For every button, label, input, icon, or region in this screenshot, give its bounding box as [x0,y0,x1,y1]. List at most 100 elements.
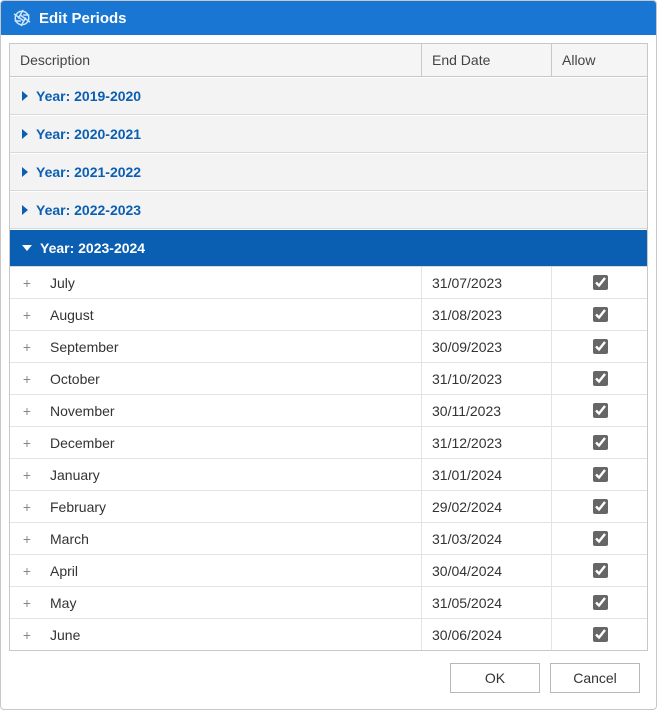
aperture-icon [13,9,31,27]
year-group-row[interactable]: Year: 2023-2024 [10,229,647,267]
allow-checkbox[interactable] [593,403,608,418]
period-description-cell: + September [10,331,422,362]
period-month-label: October [46,371,100,387]
expand-plus-icon[interactable]: + [20,275,34,291]
period-end-date-cell: 31/01/2024 [422,459,552,490]
period-month-label: August [46,307,94,323]
period-row[interactable]: + July 31/07/2023 [10,267,647,299]
period-description-cell: + February [10,491,422,522]
expand-plus-icon[interactable]: + [20,339,34,355]
period-row[interactable]: + September 30/09/2023 [10,331,647,363]
period-allow-cell [552,363,647,394]
expand-plus-icon[interactable]: + [20,627,34,643]
allow-checkbox[interactable] [593,563,608,578]
period-month-label: July [46,275,75,291]
dialog-footer: OK Cancel [9,651,648,701]
period-end-date-cell: 30/09/2023 [422,331,552,362]
period-end-date-cell: 30/04/2024 [422,555,552,586]
period-description-cell: + August [10,299,422,330]
period-end-date-cell: 31/07/2023 [422,267,552,298]
period-row[interactable]: +April30/04/2024 [10,555,647,587]
period-allow-cell [552,587,647,618]
chevron-right-icon [22,91,28,101]
chevron-right-icon [22,129,28,139]
dialog-title: Edit Periods [39,10,127,27]
cancel-button[interactable]: Cancel [550,663,640,693]
period-end-date-cell: 31/08/2023 [422,299,552,330]
period-month-label: November [46,403,115,419]
period-row[interactable]: + February 29/02/2024 [10,491,647,523]
period-row[interactable]: + March 31/03/2024 [10,523,647,555]
period-description-cell: + November [10,395,422,426]
period-allow-cell [552,555,647,586]
period-allow-cell [552,395,647,426]
period-month-label: September [46,339,118,355]
edit-periods-dialog: Edit Periods Description End Date Allow … [0,0,657,710]
allow-checkbox[interactable] [593,307,608,322]
period-end-date-cell: 30/11/2023 [422,395,552,426]
expand-plus-icon[interactable]: + [20,371,34,387]
titlebar: Edit Periods [1,1,656,35]
expand-plus-icon[interactable]: + [20,531,34,547]
allow-checkbox[interactable] [593,627,608,642]
period-description-cell: +December [10,427,422,458]
expand-plus-icon[interactable]: + [20,467,34,483]
chevron-down-icon [22,245,32,251]
period-row[interactable]: +January31/01/2024 [10,459,647,491]
period-row[interactable]: + November 30/11/2023 [10,395,647,427]
period-allow-cell [552,459,647,490]
column-header-description[interactable]: Description [10,44,422,76]
allow-checkbox[interactable] [593,275,608,290]
ok-button[interactable]: OK [450,663,540,693]
period-row[interactable]: + June 30/06/2024 [10,619,647,650]
period-row[interactable]: + August 31/08/2023 [10,299,647,331]
year-group-row[interactable]: Year: 2021-2022 [10,153,647,191]
period-allow-cell [552,331,647,362]
expand-plus-icon[interactable]: + [20,403,34,419]
period-description-cell: + July [10,267,422,298]
period-description-cell: + June [10,619,422,650]
expand-plus-icon[interactable]: + [20,563,34,579]
year-group-label: Year: 2019-2020 [36,88,141,104]
expand-plus-icon[interactable]: + [20,435,34,451]
period-month-label: June [46,627,80,643]
expand-plus-icon[interactable]: + [20,499,34,515]
year-group-row[interactable]: Year: 2020-2021 [10,115,647,153]
year-group-label: Year: 2020-2021 [36,126,141,142]
expand-plus-icon[interactable]: + [20,595,34,611]
period-end-date-cell: 31/03/2024 [422,523,552,554]
period-description-cell: + March [10,523,422,554]
allow-checkbox[interactable] [593,435,608,450]
allow-checkbox[interactable] [593,531,608,546]
grid-body: Year: 2019-2020 Year: 2020-2021 Year: 2021… [10,77,647,650]
column-header-allow[interactable]: Allow [552,44,647,76]
chevron-right-icon [22,205,28,215]
column-header-end-date[interactable]: End Date [422,44,552,76]
year-group-row[interactable]: Year: 2022-2023 [10,191,647,229]
period-description-cell: + October [10,363,422,394]
period-end-date-cell: 29/02/2024 [422,491,552,522]
year-group-label: Year: 2021-2022 [36,164,141,180]
dialog-content: Description End Date Allow Year: 2019-20… [1,35,656,709]
period-row[interactable]: +October31/10/2023 [10,363,647,395]
period-description-cell: + May [10,587,422,618]
period-month-label: March [46,531,89,547]
year-group-row[interactable]: Year: 2019-2020 [10,77,647,115]
expand-plus-icon[interactable]: + [20,307,34,323]
period-month-label: February [46,499,106,515]
allow-checkbox[interactable] [593,595,608,610]
period-allow-cell [552,427,647,458]
period-row[interactable]: +May31/05/2024 [10,587,647,619]
chevron-right-icon [22,167,28,177]
allow-checkbox[interactable] [593,467,608,482]
allow-checkbox[interactable] [593,371,608,386]
year-group-label: Year: 2022-2023 [36,202,141,218]
period-month-label: May [46,595,76,611]
period-end-date-cell: 30/06/2024 [422,619,552,650]
period-allow-cell [552,267,647,298]
grid-header: Description End Date Allow [10,44,647,77]
allow-checkbox[interactable] [593,339,608,354]
period-description-cell: +January [10,459,422,490]
allow-checkbox[interactable] [593,499,608,514]
period-row[interactable]: +December31/12/2023 [10,427,647,459]
